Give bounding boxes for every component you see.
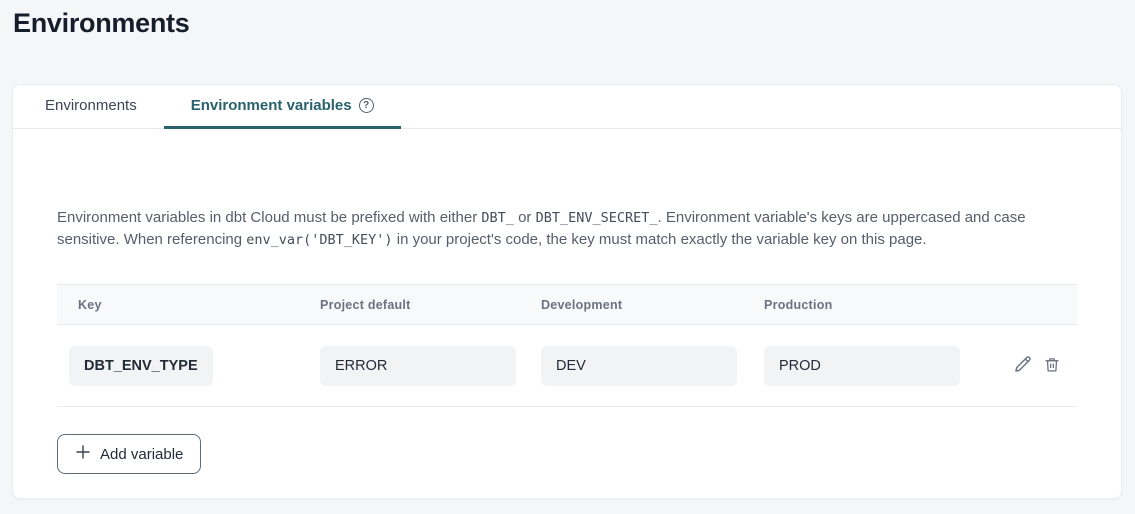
description-text: Environment variables in dbt Cloud must … bbox=[57, 209, 481, 226]
table-row: DBT_ENV_TYPE ERROR DEV PROD bbox=[57, 325, 1077, 407]
cell-development: DEV bbox=[541, 346, 764, 386]
tab-environments[interactable]: Environments bbox=[18, 85, 164, 129]
description-text: in your project's code, the key must mat… bbox=[393, 231, 927, 248]
env-variables-table: Key Project default Development Producti… bbox=[57, 284, 1077, 407]
tab-environment-variables-label: Environment variables bbox=[191, 97, 352, 114]
description-text: or bbox=[514, 209, 536, 226]
content-card: Environments Environment variables ? Env… bbox=[12, 84, 1122, 499]
pencil-icon bbox=[1013, 354, 1033, 377]
help-circle-icon[interactable]: ? bbox=[359, 98, 374, 113]
value-pill-project-default: ERROR bbox=[320, 346, 516, 386]
page-title: Environments bbox=[13, 8, 189, 39]
code-snippet-dbt-env-secret-prefix: DBT_ENV_SECRET_ bbox=[536, 210, 658, 226]
add-variable-button[interactable]: Add variable bbox=[57, 434, 201, 474]
key-pill: DBT_ENV_TYPE bbox=[69, 346, 213, 386]
column-header-project-default: Project default bbox=[320, 298, 541, 312]
delete-variable-button[interactable] bbox=[1043, 355, 1061, 377]
value-pill-development: DEV bbox=[541, 346, 737, 386]
edit-variable-button[interactable] bbox=[1013, 354, 1033, 377]
cell-key: DBT_ENV_TYPE bbox=[57, 346, 320, 386]
tab-environments-label: Environments bbox=[45, 97, 137, 114]
tab-environment-variables[interactable]: Environment variables ? bbox=[164, 85, 401, 129]
code-snippet-env-var: env_var('DBT_KEY') bbox=[246, 232, 392, 248]
cell-project-default: ERROR bbox=[320, 346, 541, 386]
add-variable-label: Add variable bbox=[100, 446, 183, 463]
column-header-development: Development bbox=[541, 298, 764, 312]
trash-icon bbox=[1043, 355, 1061, 377]
cell-production: PROD bbox=[764, 346, 987, 386]
column-header-production: Production bbox=[764, 298, 987, 312]
plus-icon bbox=[75, 444, 91, 464]
code-snippet-dbt-prefix: DBT_ bbox=[481, 210, 514, 226]
table-header-row: Key Project default Development Producti… bbox=[57, 284, 1077, 325]
value-pill-production: PROD bbox=[764, 346, 960, 386]
tab-panel-environment-variables: Environment variables in dbt Cloud must … bbox=[13, 129, 1121, 474]
tab-bar: Environments Environment variables ? bbox=[13, 85, 1121, 129]
description: Environment variables in dbt Cloud must … bbox=[57, 207, 1077, 251]
column-header-key: Key bbox=[57, 298, 320, 312]
row-actions bbox=[987, 354, 1077, 377]
